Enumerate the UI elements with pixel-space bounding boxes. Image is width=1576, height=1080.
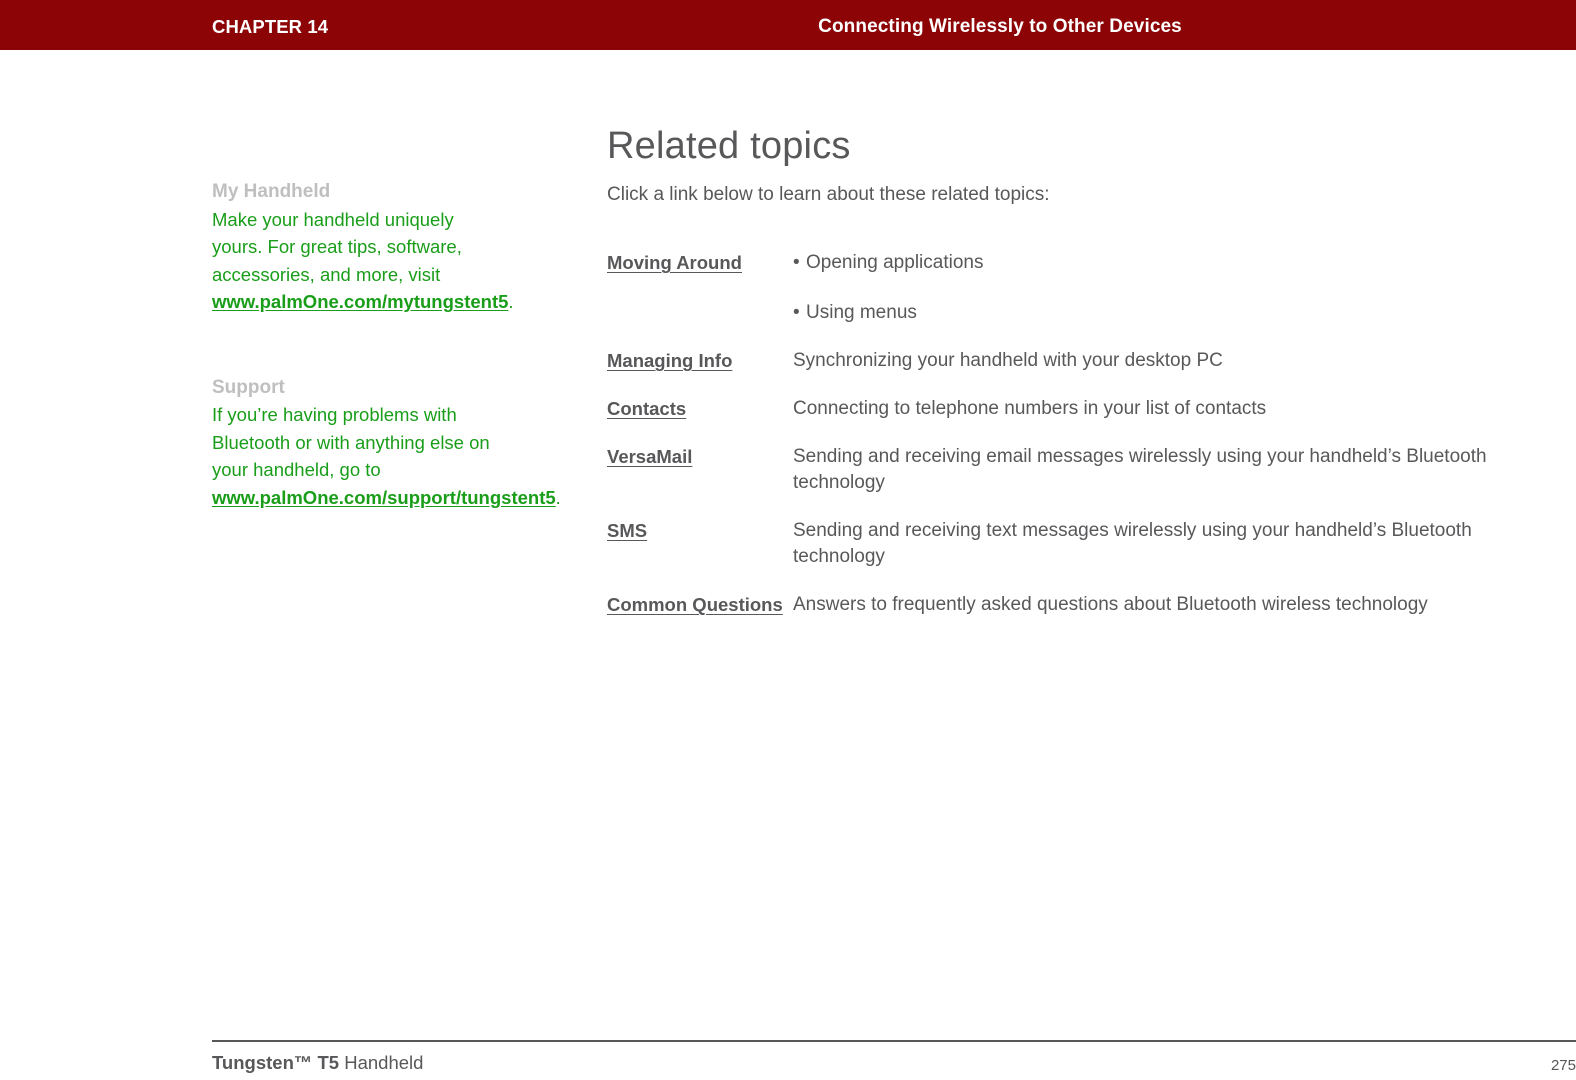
- footer-divider: [212, 1040, 1576, 1042]
- footer-product-name: Tungsten™ T5 Handheld: [212, 1052, 423, 1074]
- topic-link-moving-around[interactable]: Moving Around: [607, 252, 742, 273]
- sidebar-divider-space: [212, 316, 494, 374]
- sidebar-block-support: Support If you’re having problems with B…: [212, 374, 561, 512]
- topic-link-common-questions[interactable]: Common Questions: [607, 594, 783, 615]
- topic-desc-cell-managing-info: Synchronizing your handheld with your de…: [793, 348, 1537, 396]
- topic-description: Connecting to telephone numbers in your …: [793, 398, 1267, 419]
- sidebar-block-my-handheld: My Handheld Make your handheld uniquely …: [212, 178, 514, 316]
- bullet-icon: •: [793, 252, 800, 273]
- table-row: Managing Info Synchronizing your handhel…: [607, 348, 1537, 396]
- topic-link-cell-managing-info: Managing Info: [607, 348, 793, 396]
- topic-description: Sending and receiving email messages wir…: [793, 446, 1487, 493]
- sidebar-body-my-handheld: Make your handheld uniquely yours. For g…: [212, 206, 514, 316]
- chapter-label: CHAPTER 14: [212, 16, 329, 37]
- sidebar: My Handheld Make your handheld uniquely …: [212, 178, 561, 512]
- sidebar-text-support: If you’re having problems with Bluetooth…: [212, 404, 490, 480]
- footer-product-bold: Tungsten™ T5: [212, 1052, 340, 1073]
- chapter-title: Connecting Wirelessly to Other Devices: [818, 16, 1182, 37]
- table-row: Common Questions Answers to frequently a…: [607, 592, 1537, 640]
- table-row: SMS Sending and receiving text messages …: [607, 518, 1537, 592]
- topic-desc-cell-versamail: Sending and receiving email messages wir…: [793, 444, 1537, 518]
- topic-link-managing-info[interactable]: Managing Info: [607, 350, 732, 371]
- footer-product-rest: Handheld: [339, 1052, 424, 1073]
- topic-link-cell-sms: SMS: [607, 518, 793, 592]
- sidebar-period-my-handheld: .: [508, 291, 514, 312]
- topic-desc-cell-common-questions: Answers to frequently asked questions ab…: [793, 592, 1537, 640]
- sidebar-heading-support: Support: [212, 376, 285, 398]
- sidebar-link-mytungstent5[interactable]: www.palmOne.com/mytungstent5: [212, 291, 508, 312]
- main-content: Related topics Click a link below to lea…: [607, 124, 1537, 208]
- table-row: Contacts Connecting to telephone numbers…: [607, 396, 1537, 444]
- intro-paragraph: Click a link below to learn about these …: [607, 184, 1050, 205]
- sidebar-heading-my-handheld: My Handheld: [212, 181, 331, 202]
- page-title: Related topics: [607, 125, 851, 167]
- topic-link-sms[interactable]: SMS: [607, 520, 647, 541]
- page-number: 275: [1550, 1057, 1576, 1074]
- topic-bullet-list-moving-around: • Opening applications • Using menus: [793, 250, 1537, 326]
- related-topics-body: Moving Around • Opening applications • Usi…: [607, 250, 1537, 640]
- table-row: Moving Around • Opening applications • Usi…: [607, 250, 1537, 348]
- topic-desc-cell-contacts: Connecting to telephone numbers in your …: [793, 396, 1537, 444]
- topic-description: Sending and receiving text messages wire…: [793, 520, 1472, 567]
- list-item-label: Opening applications: [806, 252, 984, 273]
- topic-description: Synchronizing your handheld with your de…: [793, 350, 1223, 371]
- topic-link-cell-contacts: Contacts: [607, 396, 793, 444]
- bullet-icon: •: [793, 302, 800, 323]
- topic-desc-cell-sms: Sending and receiving text messages wire…: [793, 518, 1537, 592]
- topic-description: Answers to frequently asked questions ab…: [793, 594, 1428, 615]
- topic-link-contacts[interactable]: Contacts: [607, 398, 686, 419]
- sidebar-text-my-handheld: Make your handheld uniquely yours. For g…: [212, 208, 462, 285]
- list-item: • Using menus: [793, 300, 1537, 326]
- related-topics-table: Moving Around • Opening applications • Usi…: [607, 250, 1537, 640]
- list-item-label: Using menus: [806, 302, 917, 323]
- topic-link-cell-versamail: VersaMail: [607, 444, 793, 518]
- topic-desc-cell-moving-around: • Opening applications • Using menus: [793, 250, 1537, 348]
- sidebar-period-support: .: [555, 486, 561, 508]
- sidebar-link-support-tungstent5[interactable]: www.palmOne.com/support/tungstent5: [212, 487, 556, 508]
- topic-link-versamail[interactable]: VersaMail: [607, 446, 692, 467]
- table-row: VersaMail Sending and receiving email me…: [607, 444, 1537, 518]
- sidebar-body-support: If you’re having problems with Bluetooth…: [212, 401, 561, 511]
- topic-link-cell-moving-around: Moving Around: [607, 250, 793, 348]
- topic-link-cell-common-questions: Common Questions: [607, 592, 793, 640]
- list-item: • Opening applications: [793, 250, 1537, 276]
